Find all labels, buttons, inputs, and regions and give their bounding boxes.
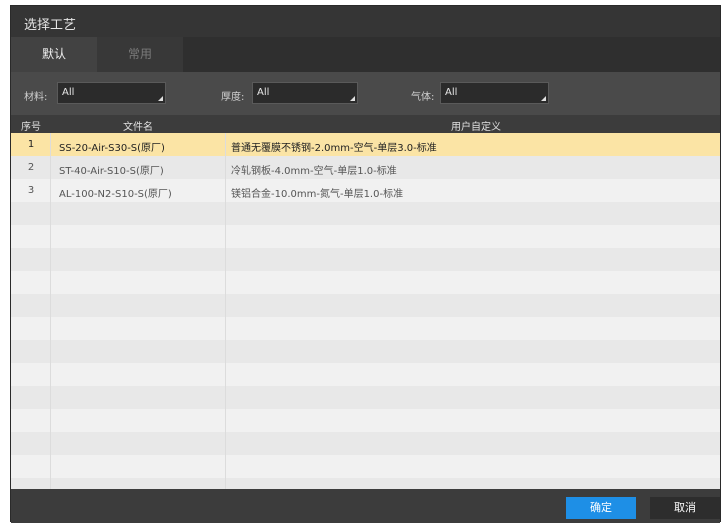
empty-row <box>11 363 720 386</box>
empty-row <box>11 294 720 317</box>
thickness-label: 厚度: <box>221 92 245 103</box>
empty-row <box>11 432 720 455</box>
row-custom: 镁铝合金-10.0mm-氮气-单层1.0-标准 <box>231 189 404 200</box>
column-divider <box>50 133 51 489</box>
row-custom: 冷轧钢板-4.0mm-空气-单层1.0-标准 <box>231 166 397 177</box>
dropdown-arrow-icon <box>350 96 355 101</box>
row-index: 2 <box>27 162 35 173</box>
ok-button[interactable]: 确定 <box>566 497 636 519</box>
footer-bar: 确定 取消 <box>11 489 720 523</box>
table-header: 序号 文件名 用户自定义 <box>11 115 720 133</box>
header-custom: 用户自定义 <box>451 122 501 133</box>
header-filename: 文件名 <box>123 122 153 133</box>
header-index: 序号 <box>21 122 41 133</box>
gas-value: All <box>445 87 458 98</box>
tab-bar: 默认 常用 <box>11 37 720 72</box>
tab-default[interactable]: 默认 <box>11 37 97 72</box>
material-select[interactable]: All <box>57 82 166 104</box>
row-filename: ST-40-Air-S10-S(原厂) <box>59 166 164 177</box>
cancel-button[interactable]: 取消 <box>650 497 720 519</box>
gas-select[interactable]: All <box>440 82 549 104</box>
dropdown-arrow-icon <box>541 96 546 101</box>
thickness-value: All <box>257 87 270 98</box>
empty-row <box>11 248 720 271</box>
thickness-select[interactable]: All <box>252 82 358 104</box>
table-row[interactable]: 2 ST-40-Air-S10-S(原厂) 冷轧钢板-4.0mm-空气-单层1.… <box>11 156 720 179</box>
empty-row <box>11 340 720 363</box>
column-divider <box>225 133 226 489</box>
empty-row <box>11 271 720 294</box>
title-bar: 选择工艺 <box>11 6 720 37</box>
empty-row <box>11 317 720 340</box>
row-custom: 普通无覆膜不锈钢-2.0mm-空气-单层3.0-标准 <box>231 143 437 154</box>
dialog-title: 选择工艺 <box>24 18 77 33</box>
row-filename: AL-100-N2-S10-S(原厂) <box>59 189 172 200</box>
empty-row <box>11 455 720 478</box>
row-filename: SS-20-Air-S30-S(原厂) <box>59 143 165 154</box>
select-process-dialog: 选择工艺 默认 常用 材料: All 厚度: All 气体: All 序号 文件… <box>10 5 721 523</box>
table-row[interactable]: 1 SS-20-Air-S30-S(原厂) 普通无覆膜不锈钢-2.0mm-空气-… <box>11 133 720 156</box>
row-index: 1 <box>27 139 35 150</box>
tab-common[interactable]: 常用 <box>97 37 183 72</box>
empty-row <box>11 478 720 489</box>
filter-bar: 材料: All 厚度: All 气体: All <box>11 72 720 115</box>
material-label: 材料: <box>24 92 48 103</box>
empty-row <box>11 202 720 225</box>
empty-row <box>11 225 720 248</box>
row-index: 3 <box>27 185 35 196</box>
material-value: All <box>62 87 75 98</box>
empty-row <box>11 386 720 409</box>
empty-row <box>11 409 720 432</box>
process-table: 序号 文件名 用户自定义 1 SS-20-Air-S30-S(原厂) 普通无覆膜… <box>11 115 720 489</box>
table-row[interactable]: 3 AL-100-N2-S10-S(原厂) 镁铝合金-10.0mm-氮气-单层1… <box>11 179 720 202</box>
gas-label: 气体: <box>411 92 435 103</box>
dropdown-arrow-icon <box>158 96 163 101</box>
